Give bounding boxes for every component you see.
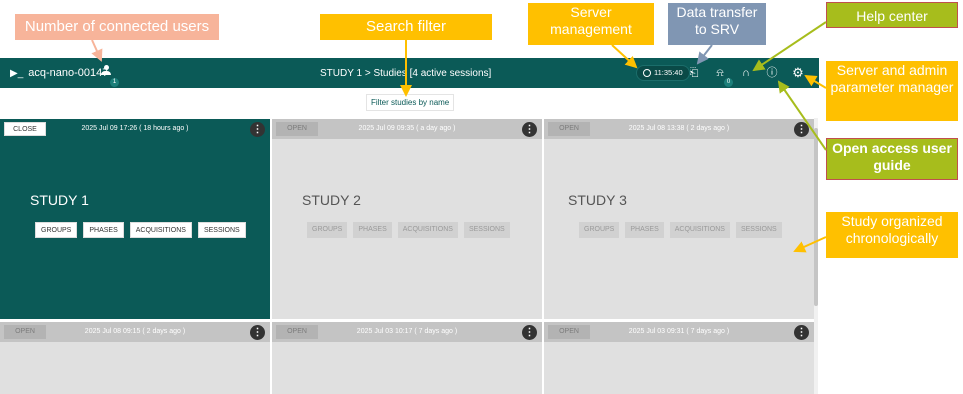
card-menu-icon[interactable]: ⋮ [522,325,537,340]
host-info: ▶︎_ acq-nano-00147 [10,67,108,79]
card-date: 2025 Jul 09 17:26 ( 18 hours ago ) [81,125,189,132]
card-menu-icon[interactable]: ⋮ [522,122,537,137]
callout-help-center: Help center [826,2,958,28]
acquisitions-button[interactable]: ACQUISITIONS [669,222,730,238]
server-clock-button[interactable]: 11:35:40 [636,65,690,81]
terminal-icon: ▶︎_ [10,67,24,79]
data-transfer-icon[interactable]: ⎗ [687,66,701,80]
card-menu-icon[interactable]: ⋮ [794,325,809,340]
clock-time: 11:35:40 [654,68,683,77]
breadcrumb: STUDY 1 > Studies [4 active sessions] [320,68,492,79]
study-card-3[interactable]: OPEN 2025 Jul 08 13:38 ( 2 days ago ) ⋮ … [544,119,814,319]
card-date: 2025 Jul 03 10:17 ( 7 days ago ) [356,328,458,335]
study-card-1[interactable]: CLOSE 2025 Jul 09 17:26 ( 18 hours ago )… [0,119,270,319]
phases-button[interactable]: PHASES [83,222,124,238]
study-card-4[interactable]: OPEN 2025 Jul 08 09:15 ( 2 days ago ) ⋮ [0,322,270,394]
top-bar: ▶︎_ acq-nano-00147 1 STUDY 1 > Studies [… [0,58,819,88]
clock-icon [643,69,651,77]
callout-user-guide: Open access user guide [826,138,958,180]
callout-server-management: Server management [528,3,654,45]
phases-button[interactable]: PHASES [625,222,664,238]
headset-icon[interactable]: ∩ [739,66,753,80]
card-date: 2025 Jul 08 09:15 ( 2 days ago ) [84,328,186,335]
help-icon[interactable]: ⓘ [765,66,779,80]
connected-users-icon[interactable]: 1 [101,65,119,87]
card-date: 2025 Jul 08 13:38 ( 2 days ago ) [628,125,730,132]
groups-button[interactable]: GROUPS [35,222,78,238]
study-title: STUDY 2 [302,192,361,208]
callout-connected-users: Number of connected users [15,14,219,40]
sessions-button[interactable]: SESSIONS [197,222,246,238]
groups-button[interactable]: GROUPS [579,222,620,238]
study-title: STUDY 3 [568,192,627,208]
study-card-5[interactable]: OPEN 2025 Jul 03 10:17 ( 7 days ago ) ⋮ [272,322,542,394]
card-date: 2025 Jul 03 09:31 ( 7 days ago ) [628,328,730,335]
sessions-button[interactable]: SESSIONS [463,222,510,238]
card-menu-icon[interactable]: ⋮ [250,122,265,137]
card-menu-icon[interactable]: ⋮ [794,122,809,137]
host-name: acq-nano-00147 [28,67,109,79]
acquisitions-button[interactable]: ACQUISITIONS [129,222,192,238]
callout-admin-manager: Server and admin parameter manager [826,61,958,121]
sessions-button[interactable]: SESSIONS [735,222,782,238]
callout-data-transfer: Data transfer to SRV [668,3,766,45]
arrow-users [91,39,103,62]
callout-search-filter: Search filter [320,14,492,40]
filter-bar: Filter studies by name [0,88,819,118]
card-menu-icon[interactable]: ⋮ [250,325,265,340]
user-count-badge: 1 [110,78,119,87]
study-card-2[interactable]: OPEN 2025 Jul 09 09:35 ( a day ago ) ⋮ S… [272,119,542,319]
callout-chronological: Study organized chronologically [826,212,958,258]
notification-bell-icon[interactable]: ⍾ 0 [713,66,733,87]
phases-button[interactable]: PHASES [353,222,392,238]
card-date: 2025 Jul 09 09:35 ( a day ago ) [358,125,456,132]
groups-button[interactable]: GROUPS [307,222,348,238]
scrollbar-thumb[interactable] [814,128,818,306]
acquisitions-button[interactable]: ACQUISITIONS [397,222,458,238]
study-title: STUDY 1 [30,192,89,208]
settings-gear-icon[interactable]: ⚙ [791,66,805,80]
transfer-count-badge: 0 [724,78,733,87]
scrollbar[interactable] [814,118,818,394]
study-card-6[interactable]: OPEN 2025 Jul 03 09:31 ( 7 days ago ) ⋮ [544,322,814,394]
filter-input[interactable]: Filter studies by name [366,94,455,111]
